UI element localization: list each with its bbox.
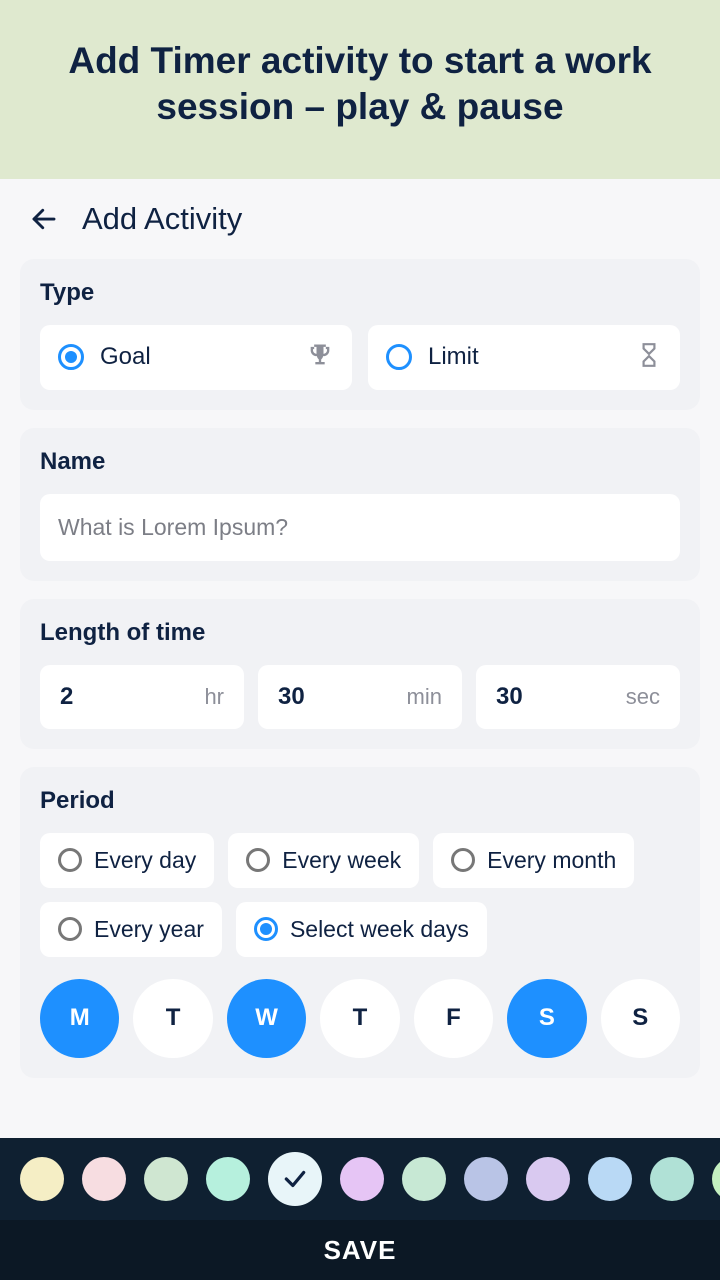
radio-day-icon xyxy=(58,848,82,872)
type-card: Type Goal Limit xyxy=(20,259,700,410)
period-week-label: Every week xyxy=(282,847,401,874)
color-swatch-8[interactable] xyxy=(526,1157,570,1201)
color-swatch-10[interactable] xyxy=(650,1157,694,1201)
seconds-value: 30 xyxy=(496,683,523,711)
period-label: Period xyxy=(40,787,680,815)
name-input[interactable] xyxy=(40,494,680,561)
color-swatch-7[interactable] xyxy=(464,1157,508,1201)
radio-week-icon xyxy=(246,848,270,872)
color-swatch-1[interactable] xyxy=(82,1157,126,1201)
weekday-tuesday[interactable]: T xyxy=(133,979,212,1058)
promo-banner: Add Timer activity to start a work sessi… xyxy=(0,0,720,179)
color-swatch-11[interactable] xyxy=(712,1157,720,1201)
period-option-year[interactable]: Every year xyxy=(40,902,222,957)
period-option-select-days[interactable]: Select week days xyxy=(236,902,487,957)
header: Add Activity xyxy=(0,179,720,259)
minutes-unit: min xyxy=(407,684,442,710)
seconds-input[interactable]: 30 sec xyxy=(476,665,680,729)
period-year-label: Every year xyxy=(94,916,204,943)
type-limit-label: Limit xyxy=(428,343,620,371)
period-day-label: Every day xyxy=(94,847,196,874)
seconds-unit: sec xyxy=(626,684,660,710)
color-swatch-9[interactable] xyxy=(588,1157,632,1201)
hours-input[interactable]: 2 hr xyxy=(40,665,244,729)
trophy-icon xyxy=(306,341,334,374)
minutes-value: 30 xyxy=(278,683,305,711)
type-option-goal[interactable]: Goal xyxy=(40,325,352,390)
color-swatch-4-selected[interactable] xyxy=(268,1152,322,1206)
minutes-input[interactable]: 30 min xyxy=(258,665,462,729)
name-card: Name xyxy=(20,428,700,581)
back-arrow-icon[interactable] xyxy=(24,199,64,239)
save-button[interactable]: SAVE xyxy=(0,1220,720,1280)
hours-value: 2 xyxy=(60,683,73,711)
check-icon xyxy=(282,1166,308,1192)
color-swatch-3[interactable] xyxy=(206,1157,250,1201)
weekday-wednesday[interactable]: W xyxy=(227,979,306,1058)
weekday-monday[interactable]: M xyxy=(40,979,119,1058)
color-swatch-2[interactable] xyxy=(144,1157,188,1201)
radio-year-icon xyxy=(58,917,82,941)
color-swatch-5[interactable] xyxy=(340,1157,384,1201)
length-label: Length of time xyxy=(40,619,680,647)
period-select-label: Select week days xyxy=(290,916,469,943)
weekday-saturday[interactable]: S xyxy=(507,979,586,1058)
radio-limit-icon xyxy=(386,344,412,370)
type-option-limit[interactable]: Limit xyxy=(368,325,680,390)
radio-goal-icon xyxy=(58,344,84,370)
color-swatch-0[interactable] xyxy=(20,1157,64,1201)
hourglass-icon xyxy=(636,342,662,373)
type-goal-label: Goal xyxy=(100,343,290,371)
name-label: Name xyxy=(40,448,680,476)
page-title: Add Activity xyxy=(82,201,242,237)
hours-unit: hr xyxy=(204,684,224,710)
color-picker xyxy=(0,1138,720,1220)
color-swatch-6[interactable] xyxy=(402,1157,446,1201)
period-option-week[interactable]: Every week xyxy=(228,833,419,888)
period-month-label: Every month xyxy=(487,847,616,874)
weekday-friday[interactable]: F xyxy=(414,979,493,1058)
weekday-sunday[interactable]: S xyxy=(601,979,680,1058)
period-card: Period Every day Every week Every month … xyxy=(20,767,700,1078)
length-card: Length of time 2 hr 30 min 30 sec xyxy=(20,599,700,749)
period-option-month[interactable]: Every month xyxy=(433,833,634,888)
radio-month-icon xyxy=(451,848,475,872)
period-option-day[interactable]: Every day xyxy=(40,833,214,888)
radio-select-icon xyxy=(254,917,278,941)
weekday-thursday[interactable]: T xyxy=(320,979,399,1058)
type-label: Type xyxy=(40,279,680,307)
